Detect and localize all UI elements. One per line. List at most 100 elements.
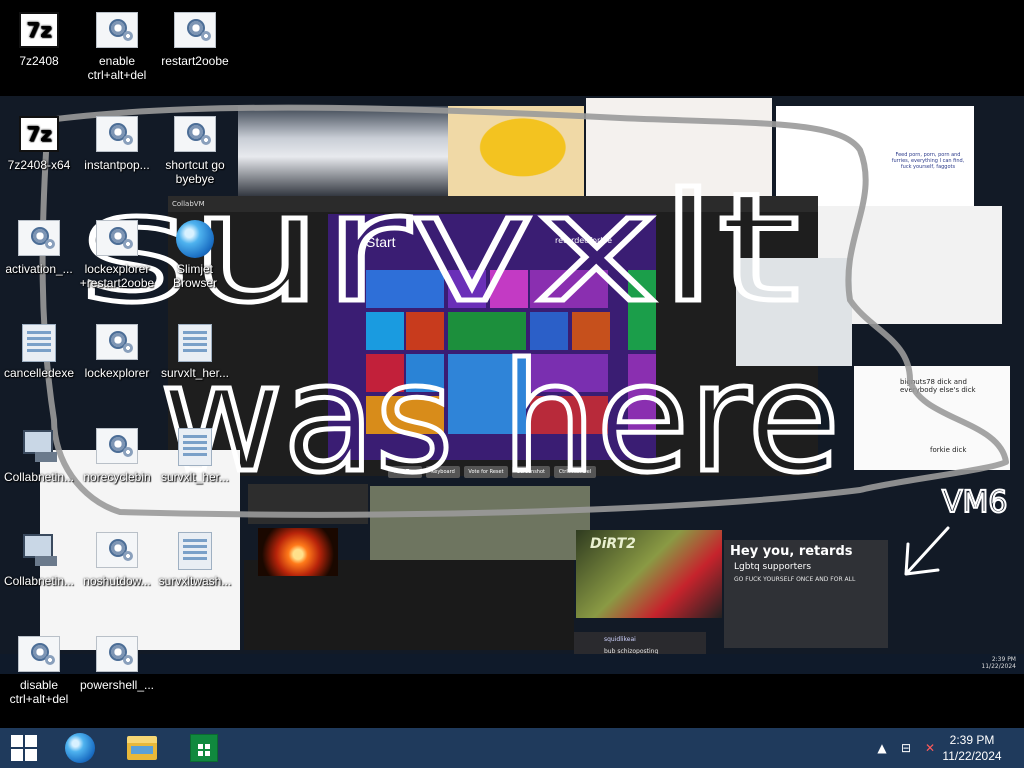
- desktop-icon-image: 7z: [17, 116, 61, 154]
- wallpaper-discord-sub2: GO FUCK YOURSELF ONCE AND FOR ALL: [734, 576, 856, 583]
- file-icon: [178, 532, 212, 570]
- wallpaper-robot-image: [736, 258, 852, 366]
- taskbar-file-explorer-button[interactable]: [118, 728, 166, 768]
- desktop-icon[interactable]: shortcut go byebye: [156, 116, 234, 186]
- win8-tile-weather: [448, 354, 526, 434]
- desktop-icon-image: [95, 116, 139, 154]
- desktop-icon[interactable]: noshutdow...: [78, 532, 156, 588]
- desktop-icon[interactable]: norecyclebin: [78, 428, 156, 484]
- desktop-icon-image: [17, 220, 61, 258]
- taskbar-ie-button[interactable]: [56, 728, 104, 768]
- start-button[interactable]: [0, 728, 48, 768]
- file-icon: [178, 324, 212, 362]
- browser-globe-icon: [176, 220, 214, 258]
- desktop-icon[interactable]: lockexplorer +restart2oobe: [78, 220, 156, 290]
- desktop-icon-label: enable ctrl+alt+del: [87, 54, 147, 82]
- windows-logo-icon: [11, 735, 37, 761]
- desktop-icon-label: norecyclebin: [83, 470, 151, 484]
- desktop-icon-label: Collabnetin...: [3, 470, 75, 484]
- desktop-icon[interactable]: instantpop...: [78, 116, 156, 172]
- win8-tile-video: [366, 354, 404, 392]
- desktop-icon[interactable]: 7z 7z2408: [0, 12, 78, 68]
- wallpaper-car-image: [238, 106, 450, 198]
- store-icon: [190, 734, 218, 762]
- wallpaper-dirt2-title: DiRT2: [590, 536, 636, 552]
- desktop-icon[interactable]: survxlt_her...: [156, 428, 234, 484]
- desktop-icon[interactable]: powershell_...: [78, 636, 156, 692]
- script-gear-icon: [96, 220, 138, 256]
- desktop-icon[interactable]: enable ctrl+alt+del: [78, 12, 156, 82]
- desktop-icon-label: Collabnetin...: [3, 574, 75, 588]
- desktop-icon-image: [17, 324, 61, 362]
- taskbar-clock[interactable]: 2:39 PM 11/22/2024: [932, 732, 1012, 764]
- clock-date: 11/22/2024: [942, 749, 1002, 763]
- taskbar-store-button[interactable]: [180, 728, 228, 768]
- desktop-icon[interactable]: survxltwash...: [156, 532, 234, 588]
- desktop-icon[interactable]: Collabnetin...: [0, 532, 78, 588]
- desktop-icon[interactable]: 7z 7z2408-x64: [0, 116, 78, 172]
- wallpaper-jeeps-image: [370, 486, 590, 560]
- desktop-icon-label: noshutdow...: [83, 574, 151, 588]
- vm-button-keyboard: Keyboard: [426, 466, 460, 478]
- wallpaper-inner-clock: 2:39 PM 11/22/2024: [981, 656, 1016, 670]
- desktop-icon-image: [95, 428, 139, 466]
- desktop-icon-label: powershell_...: [79, 678, 155, 692]
- network-computer-icon: [19, 428, 59, 464]
- win8-tile-skype: [366, 312, 404, 350]
- desktop-icon-image: [173, 116, 217, 154]
- desktop-icon-image: [173, 220, 217, 258]
- desktop-icon-label: shortcut go byebye: [165, 158, 225, 186]
- vm-button-screenshot: Screenshot: [512, 466, 550, 478]
- vm-button-vote-reset: Vote for Reset: [464, 466, 508, 478]
- desktop-icon-image: [95, 532, 139, 570]
- desktop-icon[interactable]: disable ctrl+alt+del: [0, 636, 78, 706]
- desktop-icon-image: [173, 324, 217, 362]
- desktop[interactable]: Feed porn, porn, porn and furries, every…: [0, 0, 1024, 728]
- desktop-icon-label: survxlt_her...: [160, 470, 230, 484]
- desktop-icon-label: restart2oobe: [161, 54, 229, 68]
- desktop-icon-image: [95, 636, 139, 674]
- desktop-icon[interactable]: lockexplorer: [78, 324, 156, 380]
- win8-tile-finance: [448, 312, 526, 350]
- script-gear-icon: [18, 220, 60, 256]
- desktop-icon[interactable]: restart2oobe: [156, 12, 234, 68]
- script-gear-icon: [174, 116, 216, 152]
- win8-tile-photos: [490, 270, 528, 308]
- script-gear-icon: [96, 324, 138, 360]
- wallpaper-message-user: squidlikeai: [604, 636, 636, 643]
- wallpaper-chat-snippet: [248, 484, 368, 524]
- desktop-icon[interactable]: Collabnetin...: [0, 428, 78, 484]
- desktop-icon-label: survxltwash...: [158, 574, 232, 588]
- desktop-icon[interactable]: Slimjet Browser: [156, 220, 234, 290]
- script-gear-icon: [18, 636, 60, 672]
- desktop-icon-label: cancelledexe: [3, 366, 75, 380]
- win8-tile-people: [406, 312, 444, 350]
- show-hidden-icons-icon[interactable]: ▲: [874, 740, 890, 756]
- desktop-icon-label: instantpop...: [84, 158, 150, 172]
- wallpaper-explosion-image: [258, 528, 338, 576]
- desktop-icon-image: [95, 324, 139, 362]
- desktop-icon-image: [17, 428, 61, 466]
- desktop-icon-image: [173, 428, 217, 466]
- network-icon[interactable]: ⊟: [898, 740, 914, 756]
- script-gear-icon: [96, 532, 138, 568]
- win8-tile-mail: [366, 270, 444, 308]
- wallpaper-discord-sub: Lgbtq supporters: [734, 562, 812, 572]
- win8-tile-calendar: [448, 270, 486, 308]
- win8-tile-store: [628, 270, 656, 350]
- win8-tile-onedrive: [406, 354, 444, 392]
- desktop-icon-label: survxlt_her...: [160, 366, 230, 380]
- wallpaper-drawing-text-2: forkie dick: [930, 446, 967, 454]
- desktop-icon-image: 7z: [17, 12, 61, 50]
- desktop-icon[interactable]: cancelledexe: [0, 324, 78, 380]
- desktop-icon[interactable]: survxlt_her...: [156, 324, 234, 380]
- desktop-icon[interactable]: activation_...: [0, 220, 78, 276]
- script-gear-icon: [96, 12, 138, 48]
- sevenzip-icon: 7z: [19, 12, 59, 48]
- wallpaper-yellow-image: [448, 106, 584, 198]
- desktop-icon-label: 7z2408: [19, 54, 59, 68]
- script-gear-icon: [96, 636, 138, 672]
- network-computer-icon: [19, 532, 59, 568]
- wallpaper-drawing-text-1: bignuts78 dick and everybody else's dick: [900, 378, 976, 394]
- desktop-icon-label: Slimjet Browser: [172, 262, 217, 290]
